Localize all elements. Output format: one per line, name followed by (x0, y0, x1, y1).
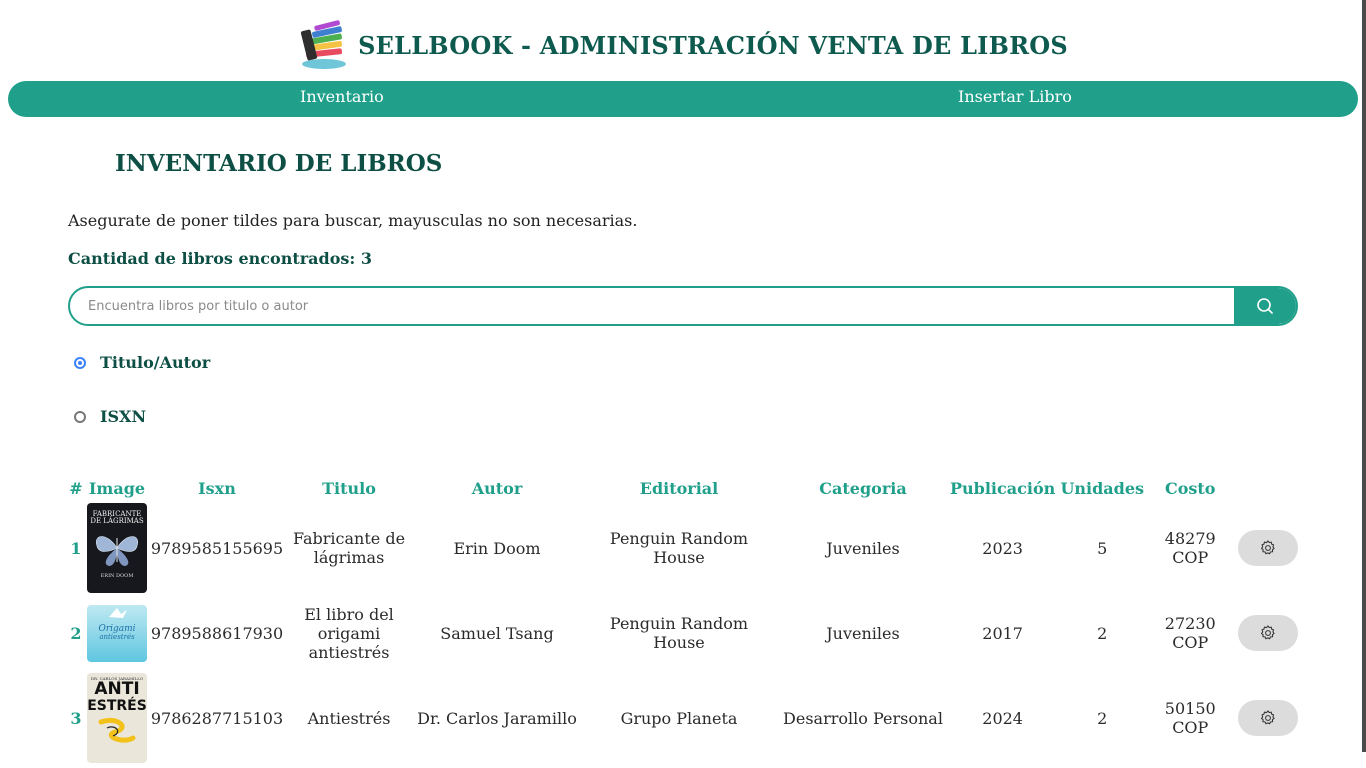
cover-title: ESTRÉS (87, 698, 147, 715)
filter-isxn[interactable]: ISXN (74, 407, 146, 426)
cell-publicacion: 2024 (982, 708, 1023, 728)
radio-titulo-autor[interactable] (74, 356, 86, 369)
cover-title: antiestrés (99, 632, 135, 641)
gear-icon (1261, 540, 1275, 555)
book-cover-image: FABRICANTE DE LÁGRIMAS ERIN DOOM (87, 503, 147, 593)
inventory-table: # Image Isxn Titulo Autor Editorial Cate… (66, 474, 1305, 764)
cell-unidades: 2 (1097, 623, 1108, 643)
book-cover-image: DR. CARLOS JARAMILLO ANTI ESTRÉS (87, 673, 147, 763)
cell-actions (1231, 594, 1305, 672)
row-number: 2 (70, 623, 82, 643)
cell-actions (1231, 502, 1305, 594)
table-row: 2 Origami antiestrés 9789588617930 El li… (66, 594, 1305, 672)
col-isxn: Isxn (198, 478, 236, 498)
app-header: SELLBOOK - ADMINISTRACIÓN VENTA DE LIBRO… (0, 18, 1366, 72)
cell-autor: Erin Doom (453, 538, 541, 558)
search-hint: Asegurate de poner tildes para buscar, m… (68, 211, 638, 230)
page-scrollbar[interactable] (1362, 0, 1366, 752)
cell-categoria: Desarrollo Personal (783, 708, 943, 728)
cell-categoria: Juveniles (826, 538, 900, 558)
cell-autor: Samuel Tsang (440, 623, 554, 643)
cell-actions (1231, 672, 1305, 764)
cell-costo: 27230 COP (1164, 614, 1216, 652)
nav-insertar-libro[interactable]: Insertar Libro (958, 87, 1072, 106)
col-categoria: Categoria (819, 478, 907, 498)
cover-title: ANTI (94, 679, 140, 700)
main-navbar: Inventario Insertar Libro (8, 81, 1358, 117)
cell-isxn: 9786287715103 (150, 708, 284, 728)
filter-label: ISXN (100, 407, 147, 426)
edit-book-button[interactable] (1238, 615, 1299, 651)
origami-bird-icon (109, 607, 127, 618)
col-autor: Autor (471, 478, 523, 498)
search-icon (1257, 298, 1273, 314)
cell-autor: Dr. Carlos Jaramillo (417, 708, 577, 728)
cell-editorial: Penguin Random House (609, 529, 749, 567)
cover-title: DE LÁGRIMAS (90, 517, 144, 526)
books-icon (301, 20, 347, 69)
cell-unidades: 2 (1097, 708, 1108, 728)
gear-icon (1261, 625, 1275, 640)
cell-editorial: Penguin Random House (609, 614, 749, 652)
col-unidades: Unidades (1060, 478, 1145, 498)
cell-titulo: El libro del origami antiestrés (304, 604, 394, 662)
search-bar (68, 286, 1298, 326)
col-costo: Costo (1165, 478, 1216, 498)
cell-publicacion: 2017 (982, 623, 1023, 643)
col-publicacion: Publicación (950, 478, 1056, 498)
cover-cell: DR. CARLOS JARAMILLO ANTI ESTRÉS (86, 672, 148, 764)
results-count: Cantidad de libros encontrados: 3 (68, 249, 372, 268)
cell-titulo: Antiestrés (307, 708, 391, 728)
col-actions (1231, 474, 1305, 502)
cell-unidades: 5 (1097, 538, 1108, 558)
radio-isxn[interactable] (74, 410, 86, 423)
col-image: Image (88, 478, 146, 498)
butterfly-icon (96, 535, 138, 566)
cover-cell: Origami antiestrés (86, 594, 148, 672)
row-number: 3 (70, 708, 82, 728)
cell-isxn: 9789588617930 (150, 623, 284, 643)
filter-titulo-autor[interactable]: Titulo/Autor (74, 353, 210, 372)
cell-titulo: Fabricante de lágrimas (292, 529, 406, 567)
table-row: 3 DR. CARLOS JARAMILLO ANTI ESTRÉS 97862… (66, 672, 1305, 764)
search-button[interactable] (1234, 288, 1296, 324)
filter-label: Titulo/Autor (100, 353, 211, 372)
book-cover-image: Origami antiestrés (87, 604, 147, 662)
cell-costo: 48279 COP (1164, 529, 1216, 567)
table-row: 1 FABRICANTE DE LÁGRIMAS ERIN DOOM 97895… (66, 502, 1305, 594)
cell-publicacion: 2023 (982, 538, 1023, 558)
gear-icon (1261, 710, 1275, 725)
edit-book-button[interactable] (1238, 530, 1299, 566)
page-title: INVENTARIO DE LIBROS (115, 150, 443, 177)
search-input[interactable] (70, 288, 1234, 324)
col-titulo: Titulo (322, 478, 376, 498)
scribble-icon (98, 717, 136, 743)
col-num: # (69, 478, 83, 498)
cover-author: ERIN DOOM (100, 572, 134, 579)
row-number: 1 (70, 538, 82, 558)
cell-categoria: Juveniles (826, 623, 900, 643)
table-header-row: # Image Isxn Titulo Autor Editorial Cate… (66, 474, 1305, 502)
cell-costo: 50150 COP (1164, 699, 1216, 737)
cover-cell: FABRICANTE DE LÁGRIMAS ERIN DOOM (86, 502, 148, 594)
edit-book-button[interactable] (1238, 700, 1299, 736)
col-editorial: Editorial (639, 478, 719, 498)
app-title: SELLBOOK - ADMINISTRACIÓN VENTA DE LIBRO… (358, 30, 1068, 60)
nav-inventario[interactable]: Inventario (300, 87, 384, 106)
cell-editorial: Grupo Planeta (620, 708, 738, 728)
cell-isxn: 9789585155695 (150, 538, 284, 558)
